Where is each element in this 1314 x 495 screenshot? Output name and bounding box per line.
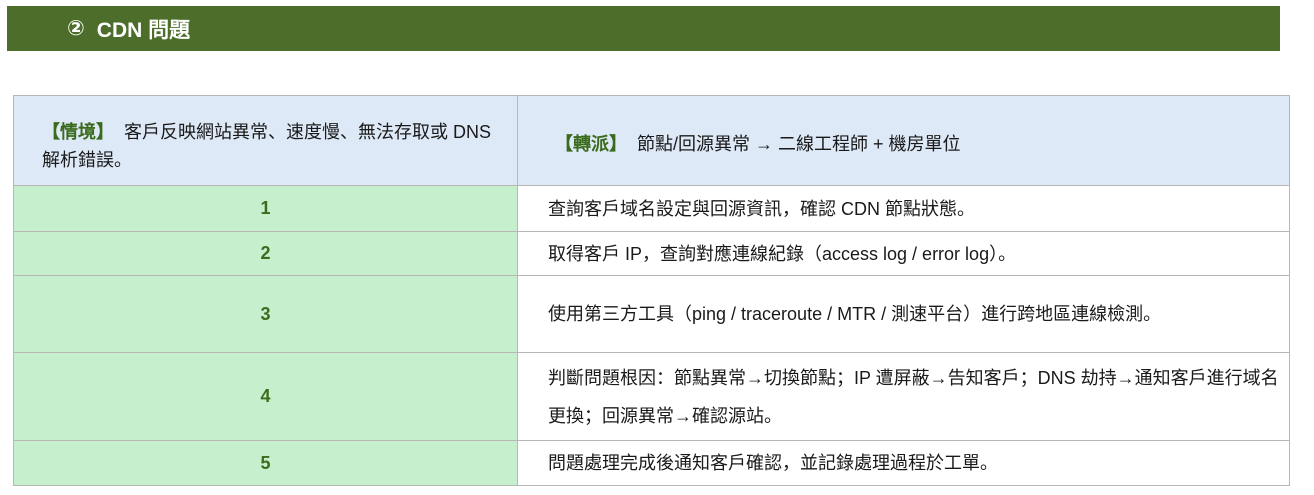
situation-cell: 【情境】 客戶反映網站異常、速度慢、無法存取或 DNS 解析錯誤。 (13, 95, 518, 186)
table-row: 3 使用第三方工具（ping / traceroute / MTR / 測速平台… (13, 275, 1290, 353)
section-number: ② (67, 17, 85, 40)
dispatch-cell: 【轉派】 節點/回源異常 → 二線工程師 + 機房單位 (517, 95, 1290, 186)
situation-tag: 【情境】 (42, 122, 114, 142)
table-row: 5 問題處理完成後通知客戶確認，並記錄處理過程於工單。 (13, 440, 1290, 486)
table-row: 1 查詢客戶域名設定與回源資訊，確認 CDN 節點狀態。 (13, 185, 1290, 232)
step-description: 問題處理完成後通知客戶確認，並記錄處理過程於工單。 (517, 440, 1290, 486)
table-row: 2 取得客戶 IP，查詢對應連線紀錄（access log / error lo… (13, 231, 1290, 276)
step-number: 1 (13, 185, 518, 232)
step-description: 判斷問題根因：節點異常→切換節點；IP 遭屏蔽→告知客戶；DNS 劫持→通知客戶… (517, 352, 1290, 441)
procedure-table: 【情境】 客戶反映網站異常、速度慢、無法存取或 DNS 解析錯誤。 【轉派】 節點/… (13, 95, 1290, 486)
dispatch-tag: 【轉派】 (555, 133, 627, 154)
step-description: 使用第三方工具（ping / traceroute / MTR / 測速平台）進… (517, 275, 1290, 353)
step-number: 3 (13, 275, 518, 353)
step-number: 2 (13, 231, 518, 276)
step-number: 5 (13, 440, 518, 486)
table-row: 4 判斷問題根因：節點異常→切換節點；IP 遭屏蔽→告知客戶；DNS 劫持→通知… (13, 352, 1290, 441)
section-header: ② CDN 問題 (7, 6, 1280, 51)
step-description: 查詢客戶域名設定與回源資訊，確認 CDN 節點狀態。 (517, 185, 1290, 232)
section-title: CDN 問題 (96, 18, 191, 42)
step-number: 4 (13, 352, 518, 441)
info-row: 【情境】 客戶反映網站異常、速度慢、無法存取或 DNS 解析錯誤。 【轉派】 節點/… (13, 95, 1290, 186)
dispatch-text: 節點/回源異常 → 二線工程師 + 機房單位 (637, 133, 961, 154)
step-description: 取得客戶 IP，查詢對應連線紀錄（access log / error log）… (517, 231, 1290, 276)
